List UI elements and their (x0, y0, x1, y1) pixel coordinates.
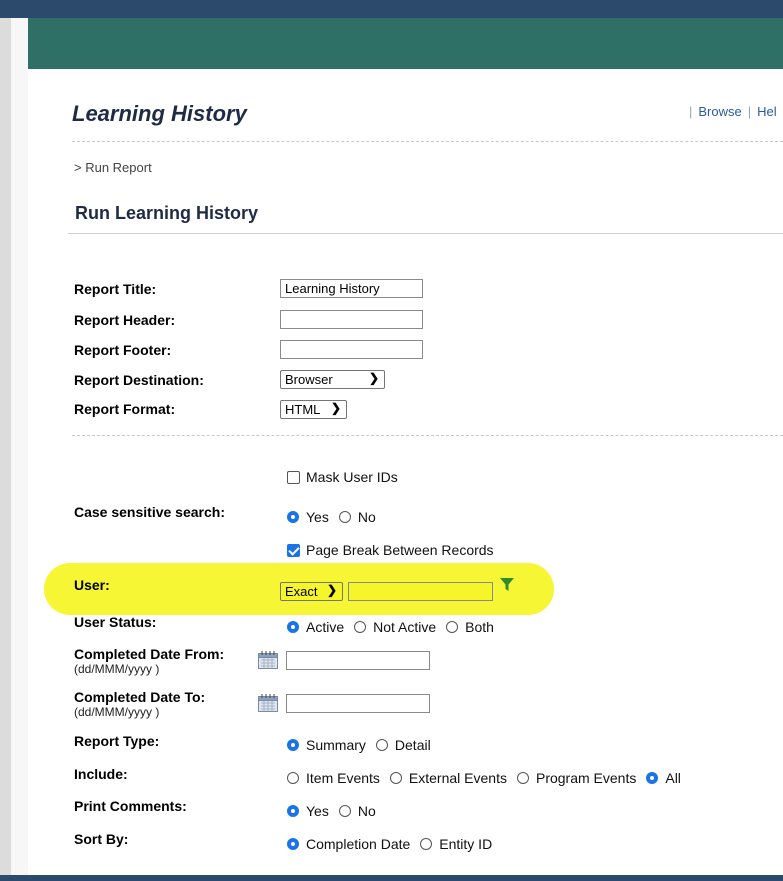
print-comments-options: Yes No (287, 803, 376, 819)
app-title: Learning History (72, 101, 247, 126)
comments-yes-label: Yes (306, 803, 329, 819)
report-type-options: Summary Detail (287, 737, 431, 753)
chevron-down-icon: ❯ (330, 401, 341, 415)
title-divider (68, 233, 783, 234)
status-not-active-label: Not Active (373, 619, 437, 635)
mask-user-ids-option[interactable]: Mask User IDs (287, 469, 398, 485)
report-format-value: HTML (285, 402, 321, 417)
chevron-down-icon: ❯ (326, 583, 337, 597)
sort-entity-radio[interactable] (420, 838, 433, 850)
type-detail-label: Detail (394, 737, 431, 753)
page-break-checkbox[interactable] (287, 543, 300, 557)
comments-yes-radio[interactable] (287, 805, 299, 817)
status-both-label: Both (465, 619, 494, 635)
report-header-label: Report Header: (74, 312, 176, 328)
case-no-label: No (357, 509, 376, 525)
chevron-down-icon: ❯ (368, 371, 379, 385)
user-label: User: (74, 577, 110, 593)
report-title-label: Report Title: (74, 281, 157, 297)
header-links: | Browse | Hel (683, 104, 777, 119)
filter-icon[interactable] (500, 578, 514, 592)
status-active-label: Active (306, 619, 345, 635)
sort-by-options: Completion Date Entity ID (287, 836, 492, 852)
completed-from-hint: (dd/MMM/yyyy ) (74, 662, 160, 676)
type-summary-label: Summary (306, 737, 366, 753)
sort-completion-label: Completion Date (306, 836, 411, 852)
user-match-select[interactable]: Exact ❯ (280, 582, 343, 601)
case-yes-radio[interactable] (287, 511, 299, 523)
report-destination-select[interactable]: Browser ❯ (280, 370, 385, 389)
include-external-radio[interactable] (389, 772, 402, 784)
completed-from-input[interactable] (286, 651, 430, 670)
left-margin (11, 18, 28, 881)
left-gutter (0, 18, 11, 881)
header-banner (28, 18, 783, 69)
report-format-select[interactable]: HTML ❯ (280, 400, 347, 419)
sort-entity-label: Entity ID (439, 836, 493, 852)
help-link[interactable]: Hel (757, 104, 777, 119)
case-sensitive-label: Case sensitive search: (74, 504, 225, 520)
report-format-label: Report Format: (74, 401, 176, 417)
report-type-label: Report Type: (74, 733, 160, 749)
type-summary-radio[interactable] (287, 739, 299, 751)
page-title: Run Learning History (75, 203, 259, 223)
browse-link[interactable]: Browse (698, 104, 741, 119)
report-destination-value: Browser (285, 372, 333, 387)
completed-to-label: Completed Date To: (74, 689, 206, 705)
case-sensitive-options: Yes No (287, 509, 376, 525)
case-yes-label: Yes (306, 509, 329, 525)
calendar-icon[interactable] (258, 694, 278, 712)
completed-to-hint: (dd/MMM/yyyy ) (74, 705, 160, 719)
include-item-radio[interactable] (287, 772, 299, 784)
comments-no-label: No (357, 803, 376, 819)
include-external-label: External Events (408, 770, 507, 786)
mask-user-ids-label: Mask User IDs (306, 469, 398, 485)
status-both-radio[interactable] (446, 621, 459, 633)
top-bar (0, 0, 783, 18)
mask-user-ids-checkbox[interactable] (287, 470, 300, 484)
status-active-radio[interactable] (287, 621, 299, 633)
completed-to-input[interactable] (286, 694, 430, 713)
include-options: Item Events External Events Program Even… (287, 770, 681, 786)
sort-completion-radio[interactable] (287, 838, 299, 850)
include-label: Include: (74, 766, 128, 782)
link-separator: | (747, 104, 752, 119)
user-status-options: Active Not Active Both (287, 619, 494, 635)
include-all-label: All (665, 770, 681, 786)
page-break-option[interactable]: Page Break Between Records (287, 542, 494, 558)
include-all-radio[interactable] (646, 772, 659, 784)
report-footer-input[interactable] (280, 340, 423, 359)
include-program-label: Program Events (535, 770, 637, 786)
page-break-label: Page Break Between Records (306, 542, 494, 558)
section-divider (72, 435, 783, 436)
link-separator: | (689, 104, 693, 119)
report-title-input[interactable] (280, 279, 423, 298)
completed-from-label: Completed Date From: (74, 646, 225, 662)
user-status-label: User Status: (74, 614, 157, 630)
print-comments-label: Print Comments: (74, 798, 187, 814)
calendar-icon[interactable] (258, 651, 278, 669)
header-divider (72, 141, 783, 142)
breadcrumb: > Run Report (74, 160, 152, 175)
include-item-label: Item Events (306, 770, 380, 786)
status-not-active-radio[interactable] (354, 621, 367, 633)
report-destination-label: Report Destination: (74, 372, 204, 388)
case-no-radio[interactable] (338, 511, 351, 523)
type-detail-radio[interactable] (375, 739, 388, 751)
user-input[interactable] (348, 582, 493, 601)
include-program-radio[interactable] (516, 772, 529, 784)
comments-no-radio[interactable] (338, 805, 351, 817)
user-match-value: Exact (285, 584, 318, 599)
sort-by-label: Sort By: (74, 831, 129, 847)
report-footer-label: Report Footer: (74, 342, 172, 358)
report-header-input[interactable] (280, 310, 423, 329)
bottom-bar (0, 875, 783, 881)
